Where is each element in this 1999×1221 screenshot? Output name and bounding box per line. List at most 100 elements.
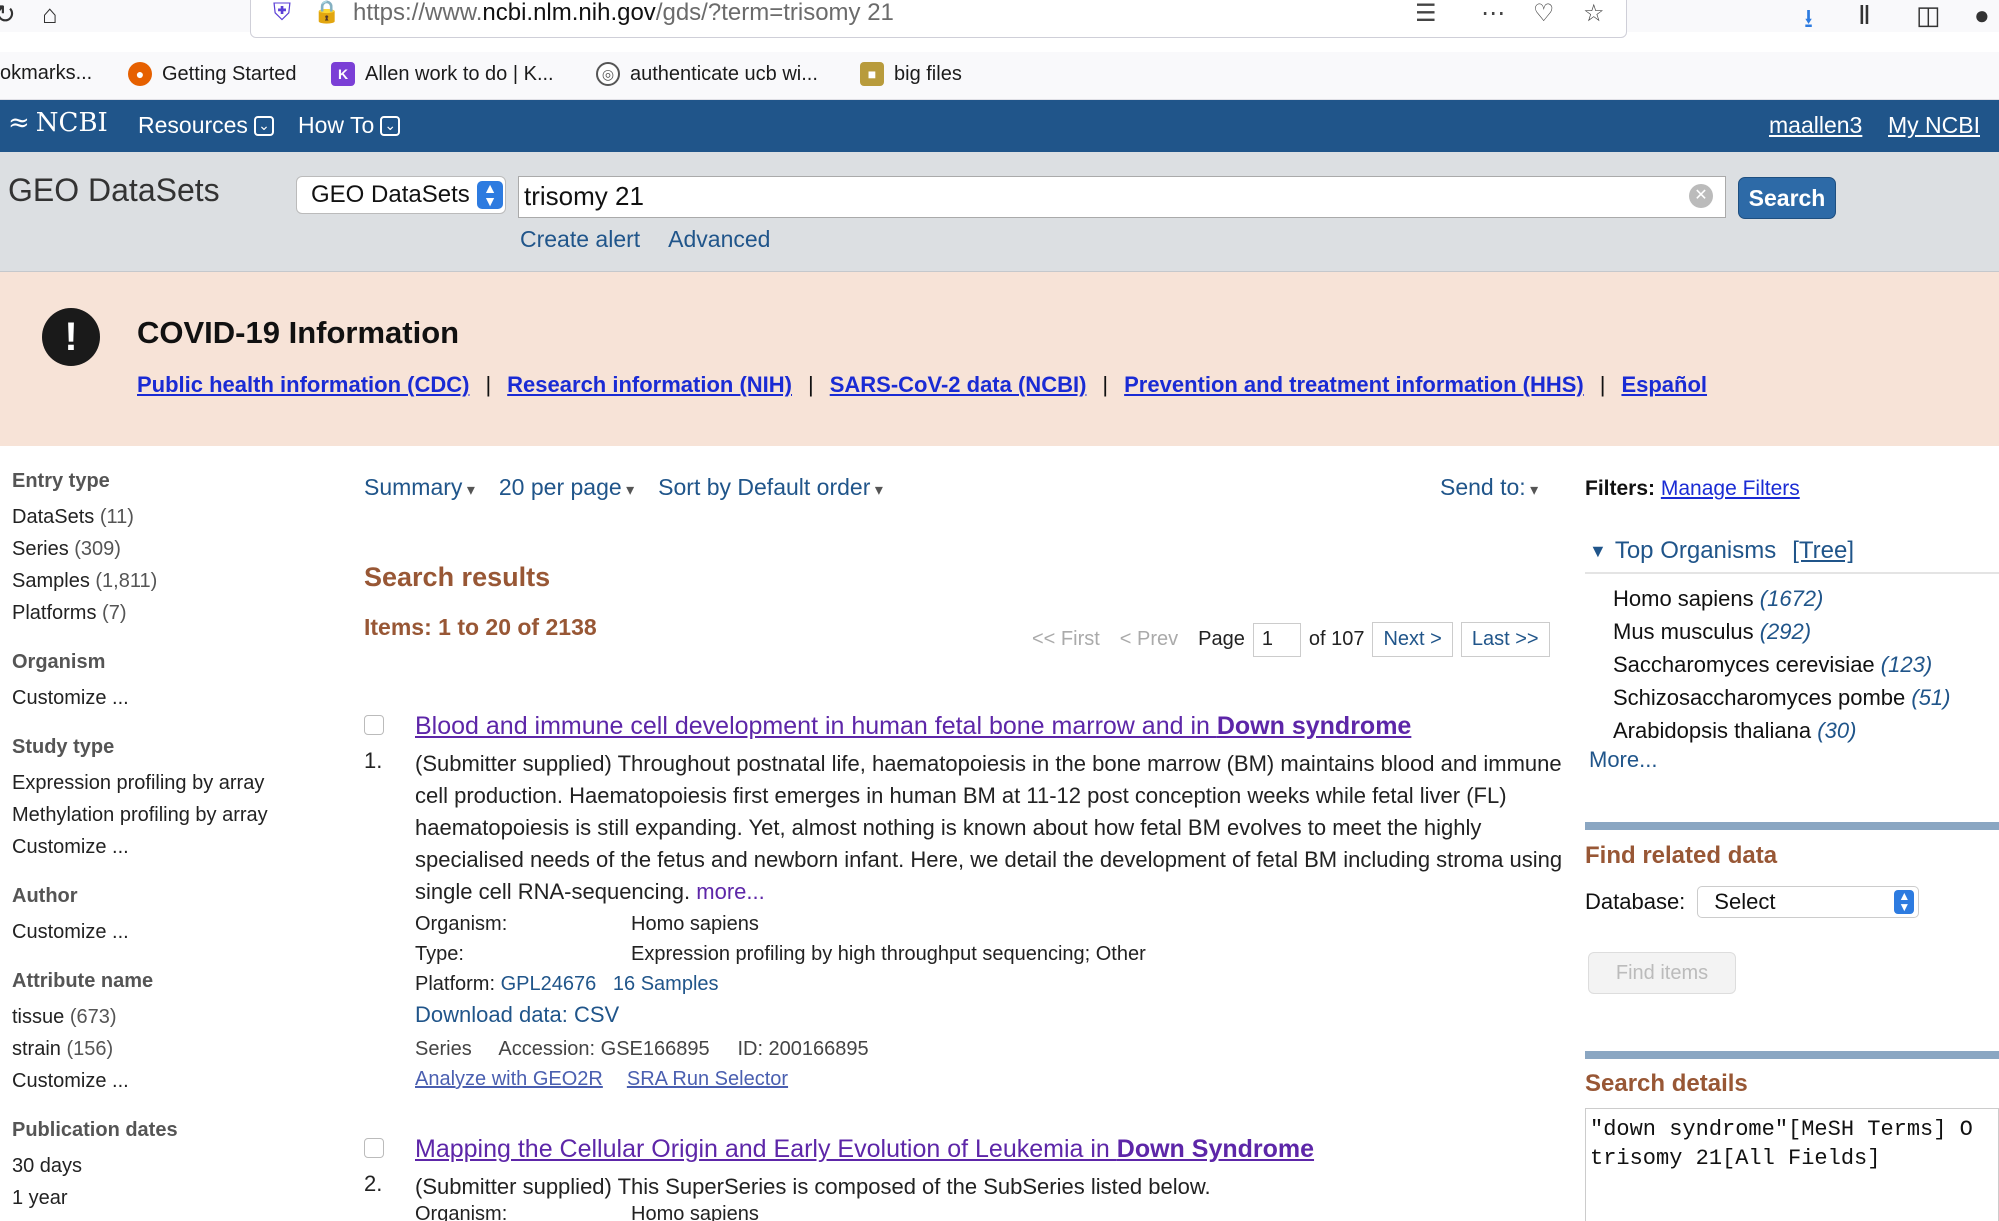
home-icon[interactable]: ⌂ <box>42 0 58 28</box>
facet-count: (309) <box>74 538 121 560</box>
first-page-link[interactable]: << First <box>1032 628 1100 651</box>
facet-entry-type: Entry type DataSets (11) Series (309) Sa… <box>12 470 312 629</box>
facet-item[interactable]: DataSets (11) <box>12 501 312 533</box>
clear-icon[interactable]: ✕ <box>1689 184 1713 208</box>
account-icon[interactable]: ● <box>1974 0 1990 31</box>
my-ncbi-link[interactable]: My NCBI <box>1888 112 1980 139</box>
database-select[interactable]: GEO DataSets ▲ ▼ <box>296 176 506 214</box>
pocket-icon[interactable]: ♡ <box>1533 0 1555 28</box>
result-title-link[interactable]: Mapping the Cellular Origin and Early Ev… <box>415 1135 1314 1164</box>
organism-filter[interactable]: Arabidopsis thaliana (30) <box>1585 714 1999 747</box>
result-checkbox[interactable] <box>364 1138 384 1158</box>
facet-item[interactable]: tissue (673) <box>12 1001 312 1033</box>
facet-publication-dates: Publication dates 30 days 1 year <box>12 1119 312 1214</box>
search-details-box[interactable]: "down syndrome"[MeSH Terms] O trisomy 21… <box>1585 1108 1999 1221</box>
geo2r-link[interactable]: Analyze with GEO2R <box>415 1068 603 1090</box>
facet-item[interactable]: Customize ... <box>12 916 312 948</box>
facet-item[interactable]: Customize ... <box>12 1065 312 1097</box>
facet-item[interactable]: Platforms (7) <box>12 597 312 629</box>
download-link[interactable]: Download data: CSV <box>415 1002 619 1027</box>
facet-item[interactable]: 30 days <box>12 1150 312 1182</box>
prev-page-link[interactable]: < Prev <box>1120 628 1178 651</box>
send-to-dropdown[interactable]: Send to: <box>1440 474 1538 501</box>
nih-link[interactable]: Research information (NIH) <box>507 372 792 398</box>
download-row: Download data: CSV <box>415 1002 619 1028</box>
ncbi-logo[interactable]: ≈ NCBI <box>8 108 108 138</box>
reload-icon[interactable]: ↻ <box>0 0 16 28</box>
bookmark-allen-work[interactable]: K Allen work to do | K... <box>331 62 554 86</box>
espanol-link[interactable]: Español <box>1621 372 1707 398</box>
summary-dropdown[interactable]: Summary <box>364 474 475 501</box>
page-input[interactable]: 1 <box>1252 622 1301 657</box>
howto-menu[interactable]: How To ⌄ <box>298 112 401 139</box>
lock-icon[interactable]: 🔒 <box>313 0 340 25</box>
tree-link[interactable]: [Tree] <box>1792 537 1854 565</box>
samples-link[interactable]: 16 Samples <box>613 973 719 995</box>
facet-item[interactable]: Customize ... <box>12 831 312 863</box>
ncbi-covid-link[interactable]: SARS-CoV-2 data (NCBI) <box>830 372 1087 398</box>
cdc-link[interactable]: Public health information (CDC) <box>137 372 469 398</box>
chevron-down-icon: ⌄ <box>253 115 274 136</box>
facet-item[interactable]: Methylation profiling by array <box>12 799 312 831</box>
download-icon[interactable]: ⭳ <box>1804 0 1813 44</box>
top-organisms-header[interactable]: ▼ Top Organisms [Tree] <box>1585 530 1999 574</box>
organism-row: Organism: Homo sapiens <box>415 1203 759 1221</box>
username-link[interactable]: maallen3 <box>1769 112 1862 139</box>
bookmark-star-icon[interactable]: ☆ <box>1583 0 1605 28</box>
manage-filters-link[interactable]: Manage Filters <box>1661 477 1800 500</box>
facet-label: Methylation profiling by array <box>12 804 268 826</box>
bookmark-other[interactable]: okmarks... <box>0 62 92 85</box>
accession: Accession: GSE166895 <box>498 1038 710 1060</box>
facet-item[interactable]: strain (156) <box>12 1033 312 1065</box>
facet-label: Platforms <box>12 602 97 624</box>
filters-label: Filters: <box>1585 477 1656 500</box>
facet-item[interactable]: Samples (1,811) <box>12 565 312 597</box>
facet-item[interactable]: Series (309) <box>12 533 312 565</box>
separator: | <box>485 372 492 397</box>
more-link[interactable]: more... <box>696 879 764 904</box>
reader-view-icon[interactable]: ☰ <box>1415 0 1437 28</box>
more-organisms-link[interactable]: More... <box>1585 747 1999 773</box>
search-button[interactable]: Search <box>1738 177 1836 219</box>
facet-item[interactable]: Expression profiling by array <box>12 767 312 799</box>
bookmark-authenticate[interactable]: ◎ authenticate ucb wi... <box>596 62 818 86</box>
library-icon[interactable]: Ⅱ <box>1858 0 1871 31</box>
platform-link[interactable]: GPL24676 <box>501 973 597 995</box>
facet-author: Author Customize ... <box>12 885 312 948</box>
facet-count: (7) <box>102 602 127 624</box>
organism-name: Arabidopsis thaliana <box>1613 718 1812 743</box>
sort-dropdown[interactable]: Sort by Default order <box>658 474 883 501</box>
bookmark-getting-started[interactable]: ● Getting Started <box>128 62 297 86</box>
search-input[interactable]: trisomy 21 ✕ <box>518 176 1726 218</box>
result-checkbox[interactable] <box>364 715 384 735</box>
database-label: Database: <box>1585 889 1686 914</box>
create-alert-link[interactable]: Create alert <box>520 226 640 253</box>
tracking-shield-icon[interactable]: ⛨ <box>273 0 291 27</box>
find-items-button[interactable]: Find items <box>1588 952 1736 994</box>
per-page-dropdown[interactable]: 20 per page <box>499 474 634 501</box>
result-summary: (Submitter supplied) This SuperSeries is… <box>415 1174 1211 1199</box>
related-database-select[interactable]: Select ▲ ▼ <box>1697 886 1920 918</box>
hhs-link[interactable]: Prevention and treatment information (HH… <box>1124 372 1584 398</box>
page-label: Page <box>1198 628 1245 650</box>
k-icon: K <box>331 62 355 86</box>
organism-filter[interactable]: Saccharomyces cerevisiae (123) <box>1585 648 1999 681</box>
pagination: << First < Prev Page 1 of 107 Next > Las… <box>1032 622 1550 657</box>
last-page-button[interactable]: Last >> <box>1460 622 1550 657</box>
bookmark-big-files[interactable]: ■ big files <box>860 62 962 86</box>
result-title-link[interactable]: Blood and immune cell development in hum… <box>415 712 1411 741</box>
url-text[interactable]: https://www.ncbi.nlm.nih.gov/gds/?term=t… <box>353 0 894 27</box>
organism-filter[interactable]: Mus musculus (292) <box>1585 615 1999 648</box>
organism-filter[interactable]: Homo sapiens (1672) <box>1585 582 1999 615</box>
next-page-button[interactable]: Next > <box>1372 622 1453 657</box>
firefox-icon: ● <box>128 62 152 86</box>
facet-item[interactable]: 1 year <box>12 1182 312 1214</box>
advanced-link[interactable]: Advanced <box>668 226 770 253</box>
organism-filter[interactable]: Schizosaccharomyces pombe (51) <box>1585 681 1999 714</box>
sra-run-selector-link[interactable]: SRA Run Selector <box>627 1068 788 1090</box>
more-actions-icon[interactable]: ⋯ <box>1481 0 1505 28</box>
address-bar[interactable]: ⛨ 🔒 https://www.ncbi.nlm.nih.gov/gds/?te… <box>250 0 1627 38</box>
facet-item[interactable]: Customize ... <box>12 682 312 714</box>
resources-menu[interactable]: Resources ⌄ <box>138 112 274 139</box>
sidebar-icon[interactable]: ◫ <box>1916 0 1941 31</box>
